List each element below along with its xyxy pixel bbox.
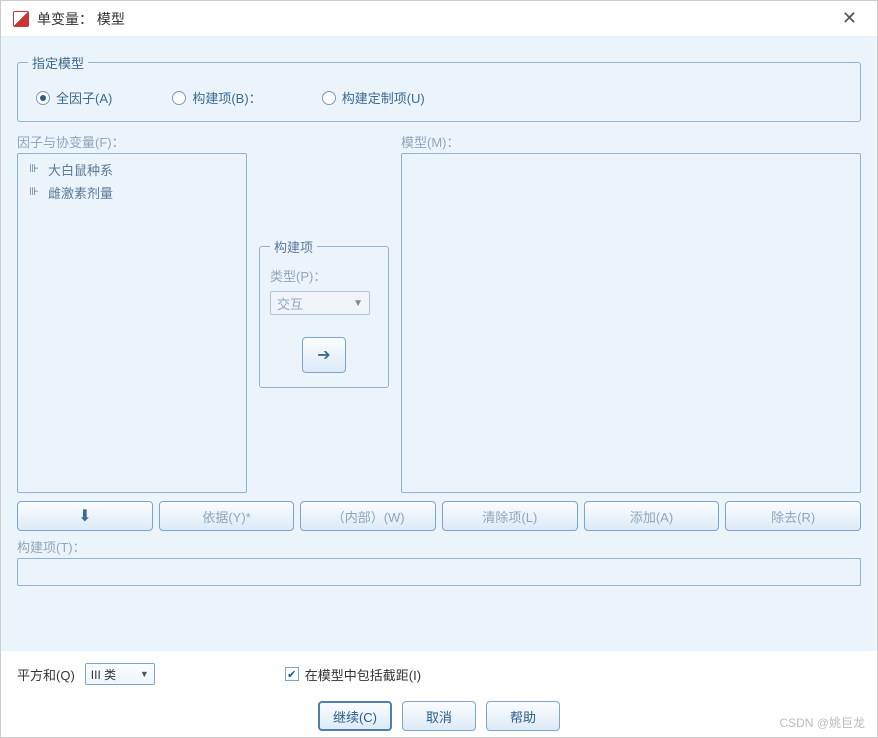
type-combo[interactable]: 交互 ▼ bbox=[270, 291, 370, 315]
app-icon bbox=[13, 11, 29, 27]
radio-full-factor-label: 全因子(A) bbox=[56, 88, 112, 107]
build-term-input[interactable] bbox=[17, 558, 861, 586]
specify-model-group: 指定模型 全因子(A) 构建项(B)： 构建定制项(U) bbox=[17, 53, 861, 122]
window-title: 单变量： 模型 bbox=[37, 9, 125, 29]
sum-of-squares-value: III 类 bbox=[91, 666, 116, 683]
model-listbox[interactable] bbox=[401, 153, 861, 493]
watermark: CSDN @姚巨龙 bbox=[779, 714, 865, 731]
radio-icon bbox=[172, 91, 186, 105]
type-label: 类型(P)： bbox=[270, 266, 378, 285]
cancel-button[interactable]: 取消 bbox=[402, 701, 476, 731]
radio-icon bbox=[322, 91, 336, 105]
type-combo-value: 交互 bbox=[277, 294, 303, 313]
help-button[interactable]: 帮助 bbox=[486, 701, 560, 731]
list-item[interactable]: ⊪ 雌激素剂量 bbox=[22, 181, 242, 204]
close-icon[interactable]: ✕ bbox=[834, 4, 865, 33]
continue-button[interactable]: 继续(C) bbox=[318, 701, 392, 731]
title-bar: 单变量： 模型 ✕ bbox=[1, 1, 877, 37]
chevron-down-icon: ▼ bbox=[140, 669, 149, 679]
radio-icon bbox=[36, 91, 50, 105]
radio-build-terms[interactable]: 构建项(B)： bbox=[172, 88, 261, 107]
include-intercept-checkbox[interactable]: ✔ 在模型中包括截距(I) bbox=[285, 665, 421, 684]
build-terms-panel: 构建项 类型(P)： 交互 ▼ ➔ bbox=[259, 237, 389, 388]
arrow-right-icon: ➔ bbox=[317, 345, 330, 365]
factor-item-label: 大白鼠种系 bbox=[48, 160, 113, 179]
build-terms-legend: 构建项 bbox=[270, 237, 317, 256]
chart-icon: ⊪ bbox=[26, 185, 42, 201]
checkbox-icon: ✔ bbox=[285, 667, 299, 681]
radio-full-factor[interactable]: 全因子(A) bbox=[36, 88, 112, 107]
radio-build-custom-label: 构建定制项(U) bbox=[342, 88, 425, 107]
specify-model-legend: 指定模型 bbox=[28, 53, 88, 72]
chevron-down-icon: ▼ bbox=[353, 298, 363, 309]
sum-of-squares-combo[interactable]: III 类 ▼ bbox=[85, 663, 155, 685]
include-intercept-label: 在模型中包括截距(I) bbox=[305, 665, 421, 684]
chart-icon: ⊪ bbox=[26, 162, 42, 178]
move-down-button[interactable]: ⬇ bbox=[17, 501, 153, 531]
by-button[interactable]: 依据(Y)* bbox=[159, 501, 295, 531]
move-right-button[interactable]: ➔ bbox=[302, 337, 346, 373]
radio-build-terms-label: 构建项(B)： bbox=[192, 88, 261, 107]
factor-item-label: 雌激素剂量 bbox=[48, 183, 113, 202]
factor-listbox[interactable]: ⊪ 大白鼠种系 ⊪ 雌激素剂量 bbox=[17, 153, 247, 493]
list-item[interactable]: ⊪ 大白鼠种系 bbox=[22, 158, 242, 181]
build-term-label: 构建项(T)： bbox=[17, 537, 861, 556]
clear-button[interactable]: 清除项(L) bbox=[442, 501, 578, 531]
remove-button[interactable]: 除去(R) bbox=[725, 501, 861, 531]
factors-label: 因子与协变量(F)： bbox=[17, 132, 247, 151]
arrow-down-icon: ⬇ bbox=[78, 506, 91, 526]
within-button[interactable]: （内部）(W) bbox=[300, 501, 436, 531]
add-button[interactable]: 添加(A) bbox=[584, 501, 720, 531]
model-label: 模型(M)： bbox=[401, 132, 861, 151]
sum-of-squares-label: 平方和(Q) bbox=[17, 665, 75, 684]
radio-build-custom[interactable]: 构建定制项(U) bbox=[322, 88, 425, 107]
